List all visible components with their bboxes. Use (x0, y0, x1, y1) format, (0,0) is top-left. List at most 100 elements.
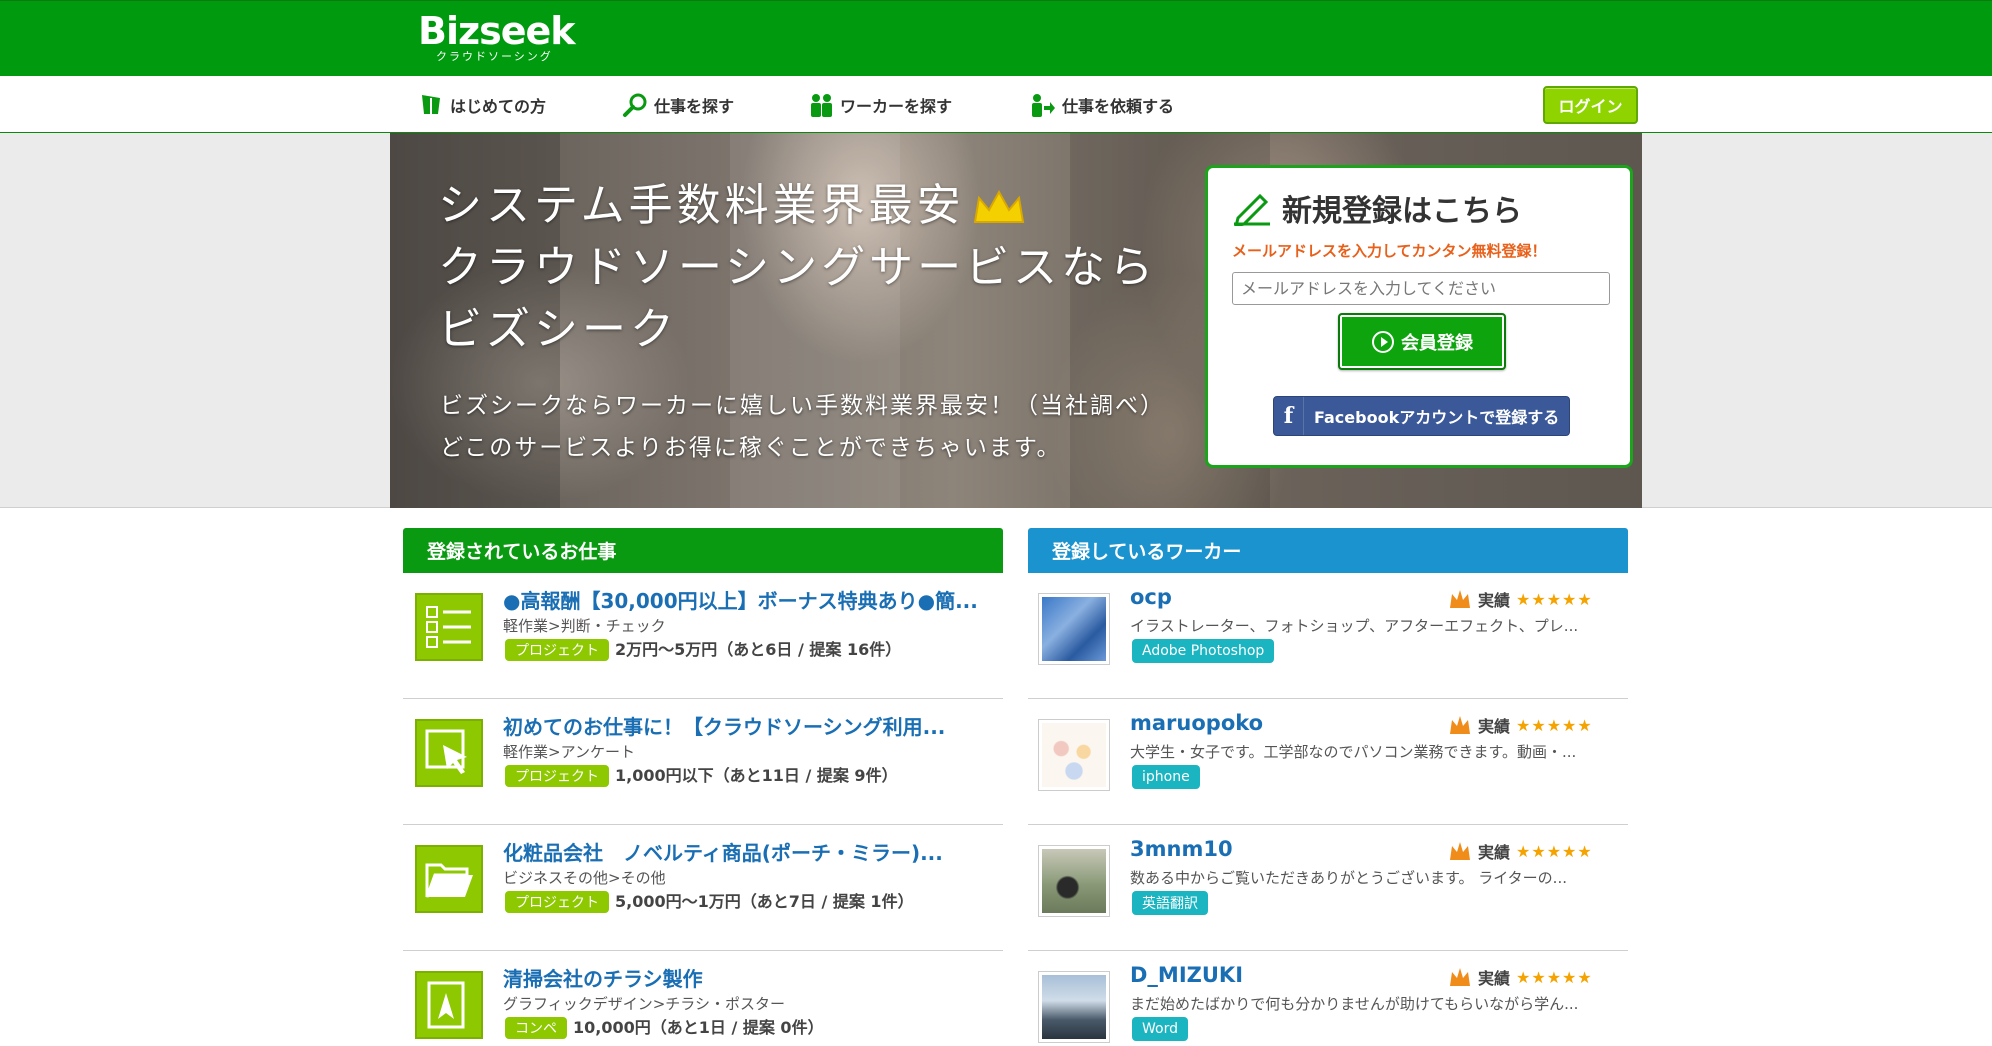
job-item[interactable]: 初めてのお仕事に！【クラウドソーシング利用... 軽作業>アンケート プロジェク… (403, 699, 1003, 825)
avatar[interactable] (1038, 593, 1110, 665)
job-category: ビジネスその他>その他 (503, 869, 666, 887)
logo[interactable]: Bizseek クラウドソーシング (418, 11, 578, 65)
worker-description: 数ある中からご覧いただきありがとうございます。 ライターの... (1130, 869, 1567, 887)
avatar[interactable] (1038, 971, 1110, 1043)
job-item[interactable]: 清掃会社のチラシ製作 グラフィックデザイン>チラシ・ポスター コンペ 10,00… (403, 951, 1003, 1046)
hero-title-line: クラウドソーシングサービスなら (438, 242, 1158, 293)
email-field[interactable] (1232, 272, 1610, 305)
signup-card: 新規登録はこちら メールアドレスを入力してカンタン無料登録！ 会員登録 f Fa… (1205, 165, 1633, 468)
worker-item[interactable]: 3mnm10 実績 ★★★★★ 数ある中からご覧いただきありがとうございます。 … (1028, 825, 1628, 951)
job-meta: 2万円～5万円（あと6日 / 提案 16件） (615, 640, 902, 659)
search-icon (623, 93, 647, 117)
nav-item-find-jobs[interactable]: 仕事を探す (622, 90, 734, 120)
job-category: 軽作業>判断・チェック (503, 617, 666, 635)
nav-item-label: ワーカーを探す (840, 97, 953, 116)
job-title[interactable]: 化粧品会社 ノベルティ商品(ポーチ・ミラー)... (503, 837, 943, 866)
people-icon (811, 94, 832, 117)
worker-item[interactable]: D_MIZUKI 実績 ★★★★★ まだ始めたばかりで何も分かりませんが助けても… (1028, 951, 1628, 1046)
job-type-badge: コンペ (505, 1017, 567, 1039)
nav-item-label: 仕事を依頼する (1062, 97, 1175, 116)
nav-bar: はじめての方 仕事を探す ワーカーを探す 仕事を依頼する ログイン (0, 76, 1992, 133)
top-bar: Bizseek クラウドソーシング (0, 0, 1992, 76)
rating-stars: ★★★★★ (1516, 715, 1593, 735)
avatar[interactable] (1038, 719, 1110, 791)
job-item[interactable]: ●高報酬【30,000円以上】ボーナス特典あり●簡... 軽作業>判断・チェック… (403, 573, 1003, 699)
nav-item-find-workers[interactable]: ワーカーを探す (808, 90, 952, 120)
leaf-icon (422, 95, 440, 114)
worker-rating: 実績 ★★★★★ (1448, 965, 1593, 989)
jobs-section: 登録されているお仕事 ●高報酬【30,000円以上】ボーナス特典あり●簡... … (403, 528, 1003, 1046)
facebook-icon: f (1274, 397, 1304, 435)
job-title[interactable]: 初めてのお仕事に！【クラウドソーシング利用... (503, 711, 945, 740)
job-type-badge: プロジェクト (505, 765, 609, 787)
pencil-icon (1234, 193, 1270, 226)
worker-description: まだ始めたばかりで何も分かりませんが助けてもらいながら学ん... (1130, 995, 1579, 1013)
hero-subtitle-line: どこのサービスよりお得に稼ぐことができちゃいます。 (440, 435, 1062, 461)
rating-stars: ★★★★★ (1516, 967, 1593, 987)
request-icon (1032, 94, 1055, 117)
medal-icon (1450, 968, 1470, 986)
worker-description: 大学生・女子です。工学部なのでパソコン業務できます。動画・... (1130, 743, 1577, 761)
rating-label: 実績 (1478, 591, 1511, 610)
worker-name[interactable]: ocp (1130, 585, 1172, 609)
skill-badge: Word (1132, 1017, 1188, 1041)
worker-item[interactable]: maruopoko 実績 ★★★★★ 大学生・女子です。工学部なのでパソコン業務… (1028, 699, 1628, 825)
rating-label: 実績 (1478, 717, 1511, 736)
workers-section: 登録しているワーカー ocp 実績 ★★★★★ イラストレーター、フォトショップ… (1028, 528, 1628, 1046)
nav-item-request-job[interactable]: 仕事を依頼する (1030, 90, 1174, 120)
worker-name[interactable]: maruopoko (1130, 711, 1263, 735)
signup-lead: メールアドレスを入力してカンタン無料登録！ (1232, 242, 1547, 260)
worker-rating: 実績 ★★★★★ (1448, 587, 1593, 611)
cursor-icon (415, 719, 483, 787)
skill-badge: Adobe Photoshop (1132, 639, 1275, 663)
signup-header: 新規登録はこちら (1232, 186, 1522, 230)
facebook-signup-button[interactable]: f Facebookアカウントで登録する (1273, 396, 1570, 436)
rating-label: 実績 (1478, 843, 1511, 862)
play-icon (1372, 330, 1394, 353)
hero-subtitle: ビズシークならワーカーに嬉しい手数料業界最安！（当社調べ） どこのサービスよりお… (440, 385, 1165, 469)
worker-name[interactable]: D_MIZUKI (1130, 963, 1243, 987)
job-item[interactable]: 化粧品会社 ノベルティ商品(ポーチ・ミラー)... ビジネスその他>その他 プロ… (403, 825, 1003, 951)
checklist-icon (415, 593, 483, 661)
worker-name[interactable]: 3mnm10 (1130, 837, 1233, 861)
rating-stars: ★★★★★ (1516, 841, 1593, 861)
medal-icon (1450, 716, 1470, 734)
hero-title-line: システム手数料業界最安 (438, 180, 965, 231)
register-button-label: 会員登録 (1401, 332, 1473, 354)
rating-stars: ★★★★★ (1516, 589, 1593, 609)
crown-icon (973, 189, 1024, 223)
job-type-badge: プロジェクト (505, 639, 609, 661)
facebook-button-label: Facebookアカウントで登録する (1314, 408, 1560, 427)
nav-item-beginner[interactable]: はじめての方 (418, 90, 546, 120)
nav-item-label: はじめての方 (450, 97, 547, 116)
worker-item[interactable]: ocp 実績 ★★★★★ イラストレーター、フォトショップ、アフターエフェクト、… (1028, 573, 1628, 699)
folder-icon (415, 845, 483, 913)
job-category: 軽作業>アンケート (503, 743, 635, 761)
avatar[interactable] (1038, 845, 1110, 917)
register-button[interactable]: 会員登録 (1338, 313, 1506, 370)
jobs-heading: 登録されているお仕事 (403, 528, 1003, 573)
medal-icon (1450, 590, 1470, 608)
skill-badge: iphone (1132, 765, 1200, 789)
job-meta: 1,000円以下（あと11日 / 提案 9件） (615, 766, 898, 785)
login-button[interactable]: ログイン (1543, 86, 1638, 124)
worker-rating: 実績 ★★★★★ (1448, 713, 1593, 737)
hero-subtitle-line: ビズシークならワーカーに嬉しい手数料業界最安！（当社調べ） (440, 393, 1165, 419)
worker-description: イラストレーター、フォトショップ、アフターエフェクト、プレ... (1130, 617, 1579, 635)
job-meta: 10,000円（あと1日 / 提案 0件） (573, 1018, 824, 1037)
skill-badge: 英語翻訳 (1132, 891, 1208, 915)
hero-title: システム手数料業界最安 クラウドソーシングサービスなら ビズシーク (438, 175, 1157, 361)
design-icon (415, 971, 483, 1039)
medal-icon (1450, 842, 1470, 860)
hero-title-line: ビズシーク (438, 304, 678, 355)
job-type-badge: プロジェクト (505, 891, 609, 913)
logo-text: Bizseek (418, 9, 576, 53)
workers-heading: 登録しているワーカー (1028, 528, 1628, 573)
worker-rating: 実績 ★★★★★ (1448, 839, 1593, 863)
signup-title: 新規登録はこちら (1282, 194, 1522, 229)
job-title[interactable]: ●高報酬【30,000円以上】ボーナス特典あり●簡... (503, 585, 978, 614)
job-category: グラフィックデザイン>チラシ・ポスター (503, 995, 785, 1013)
nav-item-label: 仕事を探す (654, 97, 735, 116)
job-meta: 5,000円～1万円（あと7日 / 提案 1件） (615, 892, 914, 911)
job-title[interactable]: 清掃会社のチラシ製作 (503, 963, 703, 992)
